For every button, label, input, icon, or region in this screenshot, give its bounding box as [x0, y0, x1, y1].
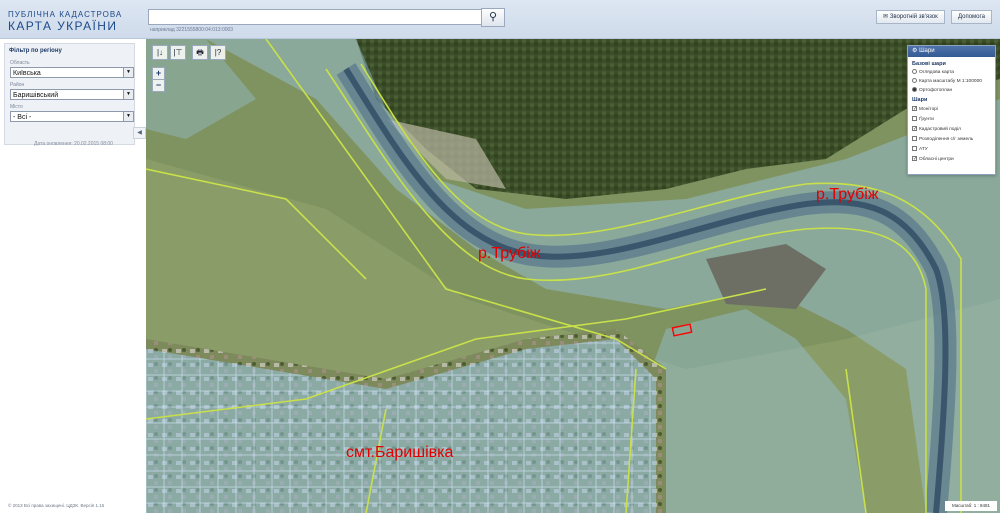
checkbox-checked-icon[interactable]: ✓	[912, 156, 917, 162]
checkbox-icon[interactable]	[912, 146, 917, 151]
gear-icon: ⚙	[912, 48, 918, 54]
layer-agri-land[interactable]: Розподілення с/г земель	[912, 136, 973, 142]
scale-indicator: Масштаб: 1 : 8481	[945, 501, 997, 511]
checkbox-icon[interactable]	[912, 136, 917, 141]
copyright-text: © 2013 Всі права захищені. ЦДЗК. Версія …	[8, 503, 105, 508]
update-date: Дата оновлення: 20.02.2015 08:00	[34, 141, 113, 147]
oblast-select[interactable]: Київська ▼	[10, 67, 134, 78]
chevron-down-icon: ▼	[123, 68, 133, 77]
checkbox-checked-icon[interactable]: ✓	[912, 126, 917, 132]
radio-icon[interactable]	[912, 78, 917, 83]
orthophoto-layer	[146, 39, 1000, 513]
collapse-sidebar-button[interactable]: ◀	[133, 127, 146, 139]
layer-regional-centers[interactable]: ✓ Обласні центри	[912, 156, 954, 162]
layer-cadastral[interactable]: ✓ Кадастровий поділ	[912, 126, 961, 132]
radio-icon[interactable]	[912, 69, 917, 74]
checkbox-checked-icon[interactable]: ✓	[912, 106, 917, 112]
rayon-select[interactable]: Баришівський ▼	[10, 89, 134, 100]
filter-title: Фільтр по регіону	[9, 48, 62, 54]
river-label: р.Трубіж	[816, 186, 879, 203]
layer-monitor[interactable]: ✓ Моніторі	[912, 106, 938, 112]
tool-measure[interactable]: |⊤	[170, 45, 186, 60]
chevron-down-icon: ▼	[123, 90, 133, 99]
layer-atu[interactable]: АТУ	[912, 146, 928, 152]
chevron-left-icon: ◀	[137, 130, 142, 136]
layer-soils[interactable]: Ґрунти	[912, 116, 934, 122]
checkbox-icon[interactable]	[912, 116, 917, 121]
base-layers-title: Базові шари	[912, 61, 946, 67]
tool-help[interactable]: |?	[210, 45, 226, 60]
print-icon[interactable]: 🖶	[192, 45, 208, 60]
river-label: р.Трубіж	[478, 245, 541, 262]
search-example-hint: наприклад 3221555800:04:013:0003	[150, 27, 234, 33]
base-layer-orthophoto[interactable]: Ортофотоплан	[912, 87, 952, 93]
rayon-label: Район	[10, 82, 25, 88]
region-filter-sidebar: Фільтр по регіону Область Київська ▼ Райо…	[0, 39, 146, 513]
feedback-button[interactable]: ✉ Зворотній зв'язок	[876, 10, 945, 24]
help-button[interactable]: Допомога	[951, 10, 992, 24]
app-header: ПУБЛІЧНА КАДАСТРОВА КАРТА УКРАЇНИ ⚲ напр…	[0, 0, 1000, 39]
search-button[interactable]: ⚲	[481, 8, 505, 27]
base-layer-overview[interactable]: Оглядова карта	[912, 69, 954, 75]
cadastral-search-input[interactable]	[148, 9, 486, 25]
misto-select[interactable]: - Всі - ▼	[10, 111, 134, 122]
tool-info[interactable]: |↓	[152, 45, 168, 60]
chevron-down-icon: ▼	[123, 112, 133, 121]
town-label: смт.Баришівка	[346, 444, 454, 461]
layers-panel-header[interactable]: ⚙ Шари	[908, 46, 995, 57]
layers-title: Шари	[912, 97, 928, 103]
misto-label: Місто	[10, 104, 23, 110]
map-view[interactable]: |↓ |⊤ 🖶 |? + − р.Трубіж р.Трубіж смт.Бар…	[146, 39, 1000, 513]
region-filter-panel: Фільтр по регіону Область Київська ▼ Райо…	[4, 43, 135, 145]
radio-selected-icon[interactable]	[912, 87, 917, 92]
layers-panel: ⚙ Шари Базові шари Оглядова карта Карта …	[907, 45, 996, 175]
logo-line1[interactable]: ПУБЛІЧНА КАДАСТРОВА	[8, 10, 122, 19]
envelope-icon: ✉	[883, 14, 889, 20]
oblast-label: Область	[10, 60, 30, 66]
base-layer-100000[interactable]: Карта масштабу М 1:100000	[912, 78, 982, 84]
logo-line2[interactable]: КАРТА УКРАЇНИ	[8, 19, 117, 33]
search-icon: ⚲	[488, 11, 498, 23]
zoom-out-button[interactable]: −	[152, 79, 165, 92]
